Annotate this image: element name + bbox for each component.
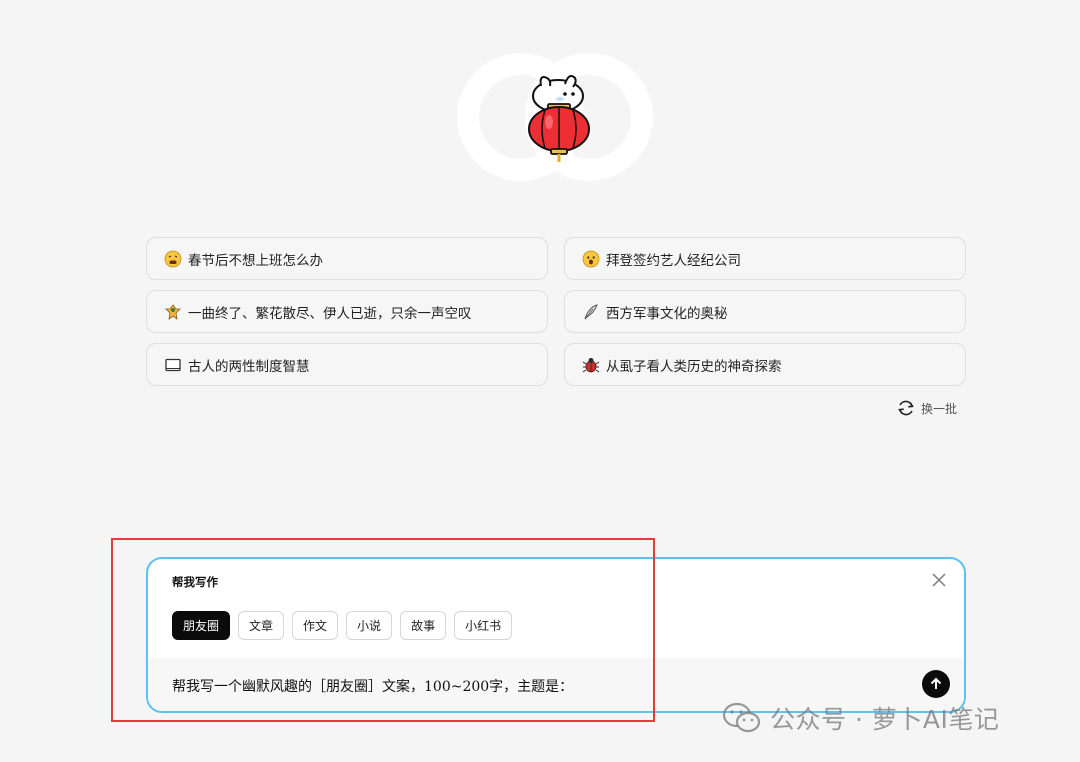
refresh-icon	[898, 400, 914, 416]
watermark: 公众号 · 萝卜AI笔记	[722, 700, 999, 736]
suggestion-label: 拜登签约艺人经纪公司	[606, 252, 741, 269]
suggestion-chip[interactable]: 从虱子看人类历史的神奇探索	[564, 343, 966, 386]
suggestion-label: 一曲终了、繁花散尽、伊人已逝，只余一声空叹	[188, 305, 472, 322]
watermark-text: 公众号 · 萝卜AI笔记	[770, 705, 1000, 734]
send-button[interactable]	[922, 670, 950, 698]
suggestion-chip[interactable]: 西方军事文化的奥秘	[564, 290, 966, 333]
arrow-up-icon	[930, 677, 942, 689]
suggestion-chip[interactable]: 古人的两性制度智慧	[146, 343, 548, 386]
refresh-button[interactable]: 换一批	[896, 398, 957, 418]
suggestion-label: 西方军事文化的奥秘	[606, 305, 728, 322]
page: 春节后不想上班怎么办 拜登签约艺人经纪公司 一曲终了、繁花散尽、伊人已逝，只余一…	[0, 0, 1080, 762]
quill-icon	[582, 303, 600, 321]
logo-mascot-icon	[457, 53, 653, 181]
suggestion-chip[interactable]: 春节后不想上班怎么办	[146, 237, 548, 280]
suggestion-chip[interactable]: 一曲终了、繁花散尽、伊人已逝，只余一声空叹	[146, 290, 548, 333]
suggestion-label: 古人的两性制度智慧	[188, 358, 310, 375]
suggestion-label: 春节后不想上班怎么办	[188, 252, 323, 269]
tired-face-icon	[164, 250, 182, 268]
ghost-icon	[164, 303, 182, 321]
highlight-box	[111, 538, 655, 722]
bug-icon	[582, 356, 600, 374]
suggestion-chip[interactable]: 拜登签约艺人经纪公司	[564, 237, 966, 280]
close-icon[interactable]	[930, 571, 948, 589]
refresh-label: 换一批	[921, 401, 958, 416]
wechat-icon	[722, 702, 761, 733]
book-icon	[164, 356, 182, 374]
suggestion-grid: 春节后不想上班怎么办 拜登签约艺人经纪公司 一曲终了、繁花散尽、伊人已逝，只余一…	[146, 237, 966, 386]
suggestion-label: 从虱子看人类历史的神奇探索	[606, 358, 782, 375]
surprised-face-icon	[582, 250, 600, 268]
